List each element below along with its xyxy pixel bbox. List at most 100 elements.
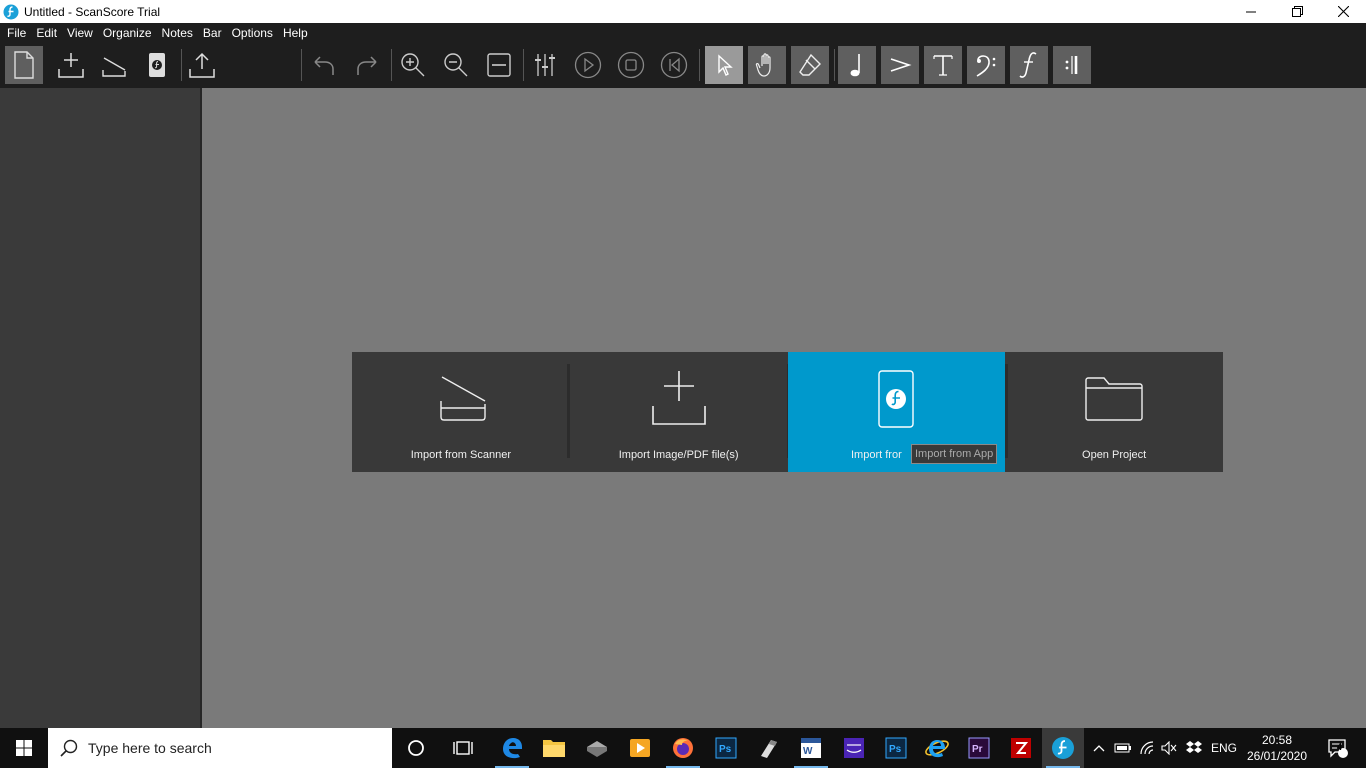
language-indicator[interactable]: ENG [1206, 728, 1242, 768]
import-from-scanner-card[interactable]: Import from Scanner [352, 352, 570, 472]
new-document-button[interactable] [5, 46, 43, 84]
task-view-button[interactable] [442, 728, 484, 768]
barline-tool-button[interactable] [1053, 46, 1091, 84]
redo-button[interactable] [348, 46, 386, 84]
menu-options[interactable]: Options [227, 23, 278, 43]
wifi-icon [1140, 741, 1154, 755]
svg-text:Ps: Ps [889, 744, 902, 755]
window-title: Untitled - ScanScore Trial [24, 4, 161, 19]
clef-tool-button[interactable] [967, 46, 1005, 84]
word-icon: W [801, 738, 821, 758]
photoshop-2-taskbar-icon[interactable]: Ps [875, 728, 917, 768]
mixer-button[interactable] [526, 46, 564, 84]
menu-organize[interactable]: Organize [98, 23, 157, 43]
taskbar-search-box[interactable]: Type here to search [48, 728, 392, 768]
windows-taskbar: Type here to search Ps W Ps Pr ENG 20:58… [0, 728, 1366, 768]
note-tool-button[interactable] [838, 46, 876, 84]
filezilla-taskbar-icon[interactable] [1000, 728, 1042, 768]
menu-edit[interactable]: Edit [31, 23, 62, 43]
rewind-button[interactable] [655, 46, 693, 84]
internet-explorer-icon [925, 740, 949, 758]
edge-browser-icon [503, 738, 522, 759]
internet-explorer-taskbar-icon[interactable] [916, 728, 958, 768]
export-upload-icon [189, 52, 215, 78]
photoshop-taskbar-icon[interactable]: Ps [705, 728, 747, 768]
action-center-button[interactable]: 4 [1318, 728, 1358, 768]
stop-button[interactable] [612, 46, 650, 84]
show-hidden-icons-button[interactable] [1088, 728, 1110, 768]
bass-clef-icon [976, 55, 996, 77]
start-button[interactable] [0, 728, 48, 768]
svg-text:W: W [803, 746, 813, 757]
import-panel: Import from Scanner Import Image/PDF fil… [352, 352, 1223, 472]
restore-button[interactable] [1274, 0, 1320, 23]
taskbar-clock[interactable]: 20:58 26/01/2020 [1244, 732, 1310, 764]
firefox-icon [673, 738, 693, 758]
mixer-sliders-icon [535, 54, 555, 76]
menu-help[interactable]: Help [278, 23, 313, 43]
windows-logo-icon [16, 740, 32, 756]
scanscore-app-icon [3, 4, 19, 19]
file-explorer-taskbar-icon[interactable] [533, 728, 575, 768]
open-project-card[interactable]: Open Project [1005, 352, 1223, 472]
folder-explorer-icon [543, 740, 565, 757]
firefox-taskbar-icon[interactable] [662, 728, 704, 768]
import-file-button[interactable] [52, 46, 90, 84]
play-button[interactable] [569, 46, 607, 84]
inkscape-taskbar-icon[interactable] [748, 728, 790, 768]
close-button[interactable] [1320, 0, 1366, 23]
app-import-button[interactable] [138, 46, 176, 84]
battery-tray-button[interactable] [1112, 728, 1134, 768]
menu-file[interactable]: File [2, 23, 31, 43]
wifi-tray-button[interactable] [1136, 728, 1158, 768]
import-from-app-label: Import fror [851, 449, 902, 461]
export-button[interactable] [183, 46, 221, 84]
minimize-button[interactable] [1228, 0, 1274, 23]
zoom-in-button[interactable] [394, 46, 432, 84]
amazon-music-icon [844, 738, 864, 758]
scanner-icon [440, 375, 486, 421]
pen-tool-app-icon [761, 740, 777, 758]
clock-date: 26/01/2020 [1246, 749, 1308, 763]
zoom-in-icon [401, 53, 425, 77]
repeat-barline-icon [1065, 56, 1078, 74]
menu-notes[interactable]: Notes [157, 23, 198, 43]
select-tool-button[interactable] [705, 46, 743, 84]
text-tool-button[interactable] [924, 46, 962, 84]
undo-button[interactable] [305, 46, 343, 84]
import-from-app-tooltip: Import from App [911, 444, 998, 464]
printer-scanner-icon [587, 741, 607, 757]
menu-view[interactable]: View [62, 23, 98, 43]
zoom-out-button[interactable] [437, 46, 475, 84]
language-text: ENG [1210, 741, 1237, 755]
scanner-app-taskbar-icon[interactable] [576, 728, 618, 768]
cortana-button[interactable] [395, 728, 437, 768]
word-taskbar-icon[interactable]: W [790, 728, 832, 768]
dynamics-tool-button[interactable] [1010, 46, 1048, 84]
import-image-pdf-card[interactable]: Import Image/PDF file(s) [570, 352, 788, 472]
task-view-icon [453, 741, 473, 755]
scanner-button[interactable] [95, 46, 133, 84]
forte-f-icon [1019, 52, 1037, 78]
accent-tool-button[interactable] [881, 46, 919, 84]
minimize-icon [1246, 11, 1256, 12]
premiere-taskbar-icon[interactable]: Pr [958, 728, 1000, 768]
edge-taskbar-icon[interactable] [491, 728, 533, 768]
hand-tool-button[interactable] [748, 46, 786, 84]
volume-tray-button[interactable] [1158, 728, 1180, 768]
video-app-taskbar-icon[interactable] [619, 728, 661, 768]
eraser-tool-button[interactable] [791, 46, 829, 84]
redo-icon [357, 56, 377, 75]
video-player-icon [630, 739, 650, 757]
menu-bar-menu[interactable]: Bar [198, 23, 227, 43]
amazon-music-taskbar-icon[interactable] [833, 728, 875, 768]
dropbox-tray-button[interactable] [1182, 728, 1206, 768]
photoshop-icon: Ps [885, 737, 907, 759]
fit-page-button[interactable] [480, 46, 518, 84]
title-bar: Untitled - ScanScore Trial [0, 0, 1366, 23]
scanner-icon [102, 57, 126, 77]
main-toolbar [0, 43, 1366, 88]
new-document-icon [14, 51, 34, 79]
app-phone-icon [878, 369, 915, 428]
scanscore-taskbar-icon[interactable] [1042, 728, 1084, 768]
